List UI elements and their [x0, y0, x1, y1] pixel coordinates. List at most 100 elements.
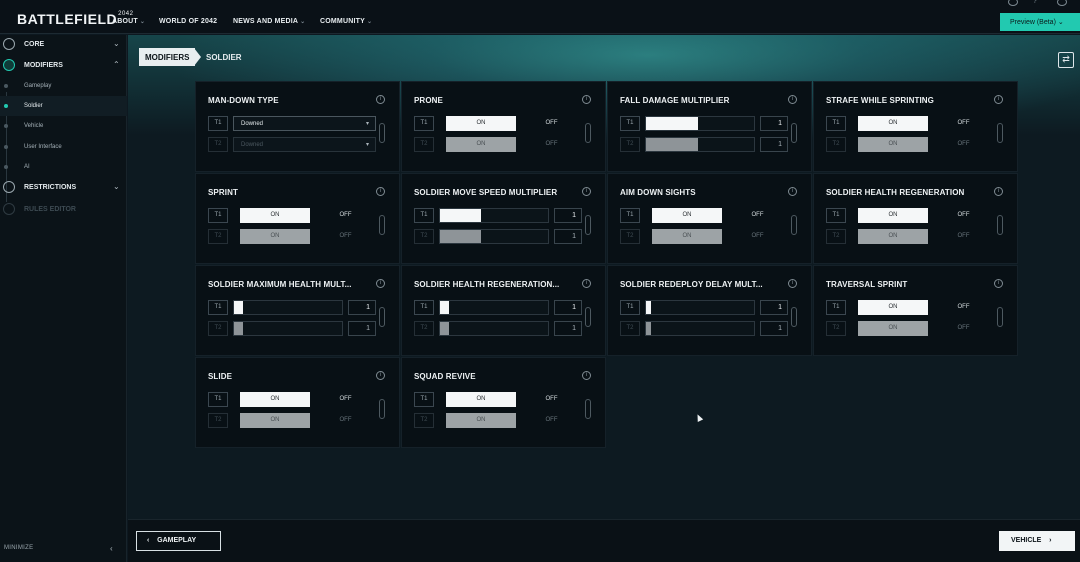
toggle-on-option[interactable]: ON	[858, 321, 928, 336]
toggle-on-option[interactable]: ON	[446, 116, 516, 131]
link-teams-icon[interactable]	[585, 307, 591, 327]
sidebar-section-core[interactable]: CORE ⌄	[0, 35, 127, 55]
toggle-off-option[interactable]: OFF	[941, 208, 986, 223]
toggle-off-option[interactable]: OFF	[941, 116, 986, 131]
multiplier-slider[interactable]	[233, 321, 343, 336]
multiplier-value-input[interactable]: 1	[760, 321, 788, 336]
nav-news-and-media[interactable]: NEWS AND MEDIA ⌄	[233, 18, 305, 25]
sidebar-section-rules-editor[interactable]: RULES EDITOR	[0, 200, 127, 220]
link-teams-icon[interactable]	[585, 399, 591, 419]
sidebar-item-vehicle[interactable]: Vehicle	[0, 116, 127, 136]
toggle-off-option[interactable]: OFF	[735, 229, 780, 244]
toggle-on-option[interactable]: ON	[858, 137, 928, 152]
link-teams-icon[interactable]	[997, 123, 1003, 143]
info-icon[interactable]: i	[582, 371, 591, 380]
toggle-off-option[interactable]: OFF	[941, 229, 986, 244]
link-teams-icon[interactable]	[379, 123, 385, 143]
toggle-on-option[interactable]: ON	[240, 413, 310, 428]
toggle-on-option[interactable]: ON	[240, 392, 310, 407]
multiplier-value-input[interactable]: 1	[554, 300, 582, 315]
toggle-off-option[interactable]: OFF	[323, 208, 368, 223]
next-page-button[interactable]: VEHICLE ›	[999, 531, 1075, 551]
toggle-off-option[interactable]: OFF	[529, 413, 574, 428]
multiplier-slider[interactable]	[439, 229, 549, 244]
preview-beta-button[interactable]: Preview (Beta) ⌄	[1000, 13, 1080, 31]
previous-page-button[interactable]: ‹ GAMEPLAY	[136, 531, 221, 551]
toggle-on-option[interactable]: ON	[446, 413, 516, 428]
nav-about[interactable]: ABOUT ⌄	[112, 18, 145, 25]
toggle-on-option[interactable]: ON	[858, 208, 928, 223]
info-icon[interactable]: i	[994, 279, 1003, 288]
info-icon[interactable]: i	[788, 95, 797, 104]
toggle-on-option[interactable]: ON	[858, 300, 928, 315]
info-icon[interactable]: i	[994, 95, 1003, 104]
toggle-off-option[interactable]: OFF	[529, 116, 574, 131]
sidebar-section-restrictions[interactable]: RESTRICTIONS ⌄	[0, 178, 127, 198]
link-teams-icon[interactable]	[791, 215, 797, 235]
link-teams-icon[interactable]	[585, 215, 591, 235]
multiplier-value-input[interactable]: 1	[760, 137, 788, 152]
info-icon[interactable]: i	[788, 187, 797, 196]
help-icon[interactable]: ?	[1033, 0, 1043, 6]
info-icon[interactable]: i	[376, 95, 385, 104]
link-teams-icon[interactable]	[791, 307, 797, 327]
info-icon[interactable]: i	[582, 279, 591, 288]
info-icon[interactable]: i	[582, 95, 591, 104]
toggle-off-option[interactable]: OFF	[941, 137, 986, 152]
info-icon[interactable]: i	[582, 187, 591, 196]
link-teams-icon[interactable]	[997, 215, 1003, 235]
toggle-on-option[interactable]: ON	[652, 229, 722, 244]
sidebar-item-user-interface[interactable]: User Interface	[0, 137, 127, 157]
multiplier-slider[interactable]	[439, 300, 549, 315]
multiplier-slider[interactable]	[645, 137, 755, 152]
chevron-left-icon[interactable]: ‹	[110, 544, 113, 553]
multiplier-value-input[interactable]: 1	[348, 300, 376, 315]
info-icon[interactable]: i	[994, 187, 1003, 196]
info-icon[interactable]: i	[376, 371, 385, 380]
sidebar-item-soldier[interactable]: Soldier	[0, 96, 127, 116]
toggle-on-option[interactable]: ON	[652, 208, 722, 223]
sidebar-item-gameplay[interactable]: Gameplay	[0, 76, 127, 96]
multiplier-value-input[interactable]: 1	[760, 116, 788, 131]
link-teams-icon[interactable]	[997, 307, 1003, 327]
sidebar-section-modifiers[interactable]: MODIFIERS ⌃	[0, 56, 127, 76]
toggle-on-option[interactable]: ON	[446, 137, 516, 152]
link-teams-icon[interactable]	[379, 215, 385, 235]
nav-world-of-2042[interactable]: WORLD OF 2042	[159, 18, 217, 25]
link-teams-icon[interactable]	[379, 399, 385, 419]
multiplier-value-input[interactable]: 1	[760, 300, 788, 315]
breadcrumb-section[interactable]: MODIFIERS	[139, 48, 196, 66]
info-icon[interactable]: i	[376, 187, 385, 196]
globe-icon[interactable]	[1008, 0, 1018, 6]
multiplier-value-input[interactable]: 1	[554, 321, 582, 336]
multiplier-slider[interactable]	[233, 300, 343, 315]
link-teams-icon[interactable]	[585, 123, 591, 143]
toggle-off-option[interactable]: OFF	[735, 208, 780, 223]
toggle-off-option[interactable]: OFF	[323, 413, 368, 428]
toggle-off-option[interactable]: OFF	[323, 229, 368, 244]
toggle-off-option[interactable]: OFF	[941, 300, 986, 315]
toggle-on-option[interactable]: ON	[240, 208, 310, 223]
swap-panel-icon[interactable]: ⇄	[1058, 52, 1074, 68]
toggle-off-option[interactable]: OFF	[323, 392, 368, 407]
link-teams-icon[interactable]	[379, 307, 385, 327]
nav-community[interactable]: COMMUNITY ⌄	[320, 18, 372, 25]
toggle-off-option[interactable]: OFF	[941, 321, 986, 336]
sidebar-item-ai[interactable]: AI	[0, 157, 127, 177]
info-icon[interactable]: i	[376, 279, 385, 288]
account-icon[interactable]	[1057, 0, 1067, 6]
link-teams-icon[interactable]	[791, 123, 797, 143]
minimize-label[interactable]: MINIMIZE	[4, 545, 33, 551]
man-down-type-select[interactable]: Downed ▾	[233, 116, 376, 131]
multiplier-value-input[interactable]: 1	[554, 229, 582, 244]
multiplier-slider[interactable]	[645, 321, 755, 336]
multiplier-value-input[interactable]: 1	[554, 208, 582, 223]
multiplier-value-input[interactable]: 1	[348, 321, 376, 336]
toggle-on-option[interactable]: ON	[858, 229, 928, 244]
toggle-off-option[interactable]: OFF	[529, 392, 574, 407]
multiplier-slider[interactable]	[645, 116, 755, 131]
toggle-on-option[interactable]: ON	[446, 392, 516, 407]
toggle-off-option[interactable]: OFF	[529, 137, 574, 152]
info-icon[interactable]: i	[788, 279, 797, 288]
toggle-on-option[interactable]: ON	[240, 229, 310, 244]
